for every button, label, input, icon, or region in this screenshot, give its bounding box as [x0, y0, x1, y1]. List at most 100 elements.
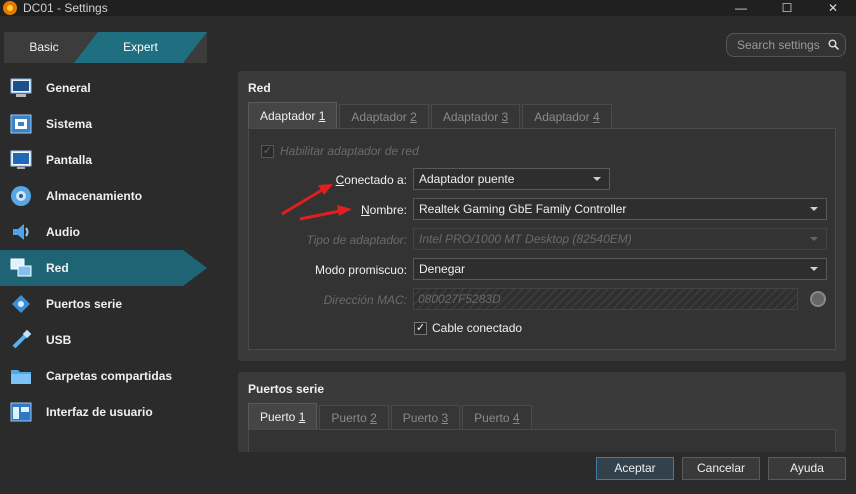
tab-adaptador-3[interactable]: Adaptador 3 [430, 104, 521, 128]
sidebar-item-label: Red [46, 261, 69, 275]
tab-puerto-3[interactable]: Puerto 3 [390, 405, 461, 429]
search-placeholder: Search settings [737, 38, 820, 52]
adapter-pane: ✓ Habilitar adaptador de red Conectado a… [248, 128, 836, 350]
promiscuous-mode-label: Modo promiscuo: [314, 263, 407, 277]
sidebar-item-general[interactable]: General [0, 70, 230, 106]
cable-connected-checkbox[interactable]: ✓ [414, 322, 427, 335]
speaker-icon [9, 220, 33, 244]
name-mnemonic: N [360, 203, 370, 217]
sidebar-item-label: General [46, 81, 91, 95]
enable-adapter-label: Habilitar adaptador de red [280, 144, 419, 158]
mode-switch: Basic Expert [4, 32, 207, 63]
minimize-button[interactable]: — [718, 0, 764, 16]
tab-number: 2 [370, 411, 377, 425]
sidebar-item-audio[interactable]: Audio [0, 214, 230, 250]
window-controls: — ☐ ✕ [718, 0, 856, 16]
tab-puerto-2[interactable]: Puerto 2 [319, 405, 389, 429]
sidebar-item-puertos-serie[interactable]: Puertos serie [0, 286, 230, 322]
network-icon [9, 256, 33, 280]
chip-icon [9, 112, 33, 136]
mac-address-input[interactable]: 080027F5283D [413, 288, 798, 310]
tab-label: Adaptador [534, 110, 593, 124]
tab-label: Puerto [331, 411, 371, 425]
adapter-name-select[interactable]: Realtek Gaming GbE Family Controller [413, 198, 827, 220]
serial-tabs: Puerto 1 Puerto 2 Puerto 3 Puerto 4 [248, 403, 534, 429]
tab-adaptador-2[interactable]: Adaptador 2 [339, 104, 429, 128]
adapter-tabs: Adaptador 1 Adaptador 2 Adaptador 3 Adap… [248, 102, 614, 128]
tab-adaptador-1[interactable]: Adaptador 1 [248, 102, 338, 128]
app-icon [3, 1, 17, 15]
attached-to-text: onectado a: [344, 173, 407, 187]
sidebar-item-label: Pantalla [46, 153, 93, 167]
tab-number: 4 [592, 110, 600, 124]
tab-number: 3 [441, 411, 449, 425]
help-button[interactable]: Ayuda [768, 457, 846, 480]
attached-to-value: Adaptador puente [419, 172, 515, 186]
cancel-button[interactable]: Cancelar [682, 457, 760, 480]
tab-number: 2 [410, 110, 417, 124]
network-group: Red Adaptador 1 Adaptador 2 Adaptador 3 … [238, 71, 846, 361]
tab-label: Puerto [260, 410, 299, 424]
tab-label: Adaptador [442, 110, 502, 124]
refresh-mac-icon[interactable] [810, 291, 826, 307]
tab-number: 4 [512, 411, 520, 425]
sidebar-item-pantalla[interactable]: Pantalla [0, 142, 230, 178]
tab-label: Puerto [474, 411, 513, 425]
sidebar-item-red[interactable]: Red [0, 250, 207, 286]
basic-mode-button[interactable]: Basic [4, 32, 84, 63]
adapter-type-value: Intel PRO/1000 MT Desktop (82540EM) [419, 232, 632, 246]
sidebar-item-label: Carpetas compartidas [46, 369, 173, 383]
enable-adapter-checkbox[interactable]: ✓ [261, 145, 274, 158]
folder-icon [9, 364, 33, 388]
attached-to-select[interactable]: Adaptador puente [413, 168, 610, 190]
search-input[interactable]: Search settings [726, 33, 846, 57]
serial-port-icon [9, 292, 33, 316]
maximize-button[interactable]: ☐ [764, 0, 810, 16]
tab-number: 1 [318, 109, 326, 123]
sidebar-item-usb[interactable]: USB [0, 322, 230, 358]
chevron-down-icon [810, 267, 818, 271]
window-title: DC01 - Settings [23, 1, 108, 15]
tab-adaptador-4[interactable]: Adaptador 4 [522, 104, 612, 128]
adapter-type-label: Tipo de adaptador: [306, 233, 407, 247]
storage-icon [9, 184, 33, 208]
tab-puerto-1[interactable]: Puerto 1 [248, 403, 318, 429]
tab-number: 1 [298, 410, 306, 424]
sidebar-item-sistema[interactable]: Sistema [0, 106, 230, 142]
cable-connected-label: Cable conectado [432, 321, 523, 335]
promiscuous-mode-select[interactable]: Denegar [413, 258, 827, 280]
sidebar-item-label: USB [46, 333, 72, 347]
display-icon [9, 148, 33, 172]
serial-pane [248, 429, 836, 452]
close-button[interactable]: ✕ [810, 0, 856, 16]
tab-number: 3 [501, 110, 509, 124]
sidebar-item-label: Interfaz de usuario [46, 405, 153, 419]
serial-ports-title: Puertos serie [248, 382, 325, 396]
tab-puerto-4[interactable]: Puerto 4 [462, 405, 532, 429]
title-bar: DC01 - Settings — ☐ ✕ [0, 0, 856, 16]
accept-button[interactable]: Aceptar [596, 457, 674, 480]
search-icon [828, 39, 839, 50]
sidebar-item-label: Audio [46, 225, 80, 239]
chevron-down-icon [593, 177, 601, 181]
tab-label: Adaptador [260, 109, 319, 123]
name-text: ombre: [369, 203, 407, 217]
adapter-type-select[interactable]: Intel PRO/1000 MT Desktop (82540EM) [413, 228, 827, 250]
network-group-title: Red [248, 81, 271, 95]
serial-ports-group: Puertos serie Puerto 1 Puerto 2 Puerto 3… [238, 372, 846, 452]
mac-address-label: Dirección MAC: [323, 293, 407, 307]
sidebar-item-label: Puertos serie [46, 297, 123, 311]
sidebar-item-label: Almacenamiento [46, 189, 143, 203]
sidebar-item-almacenamiento[interactable]: Almacenamiento [0, 178, 230, 214]
tab-label: Puerto [402, 411, 442, 425]
promiscuous-mode-value: Denegar [419, 262, 466, 276]
adapter-name-value: Realtek Gaming GbE Family Controller [419, 202, 627, 216]
tab-label: Adaptador [351, 110, 411, 124]
sidebar-item-carpetas-compartidas[interactable]: Carpetas compartidas [0, 358, 230, 394]
expert-mode-button[interactable]: Expert [74, 32, 207, 63]
attached-to-mnemonic: C [335, 173, 345, 187]
chevron-down-icon [810, 237, 818, 241]
chevron-down-icon [810, 207, 818, 211]
usb-icon [9, 328, 33, 352]
sidebar-item-interfaz-de-usuario[interactable]: Interfaz de usuario [0, 394, 230, 430]
